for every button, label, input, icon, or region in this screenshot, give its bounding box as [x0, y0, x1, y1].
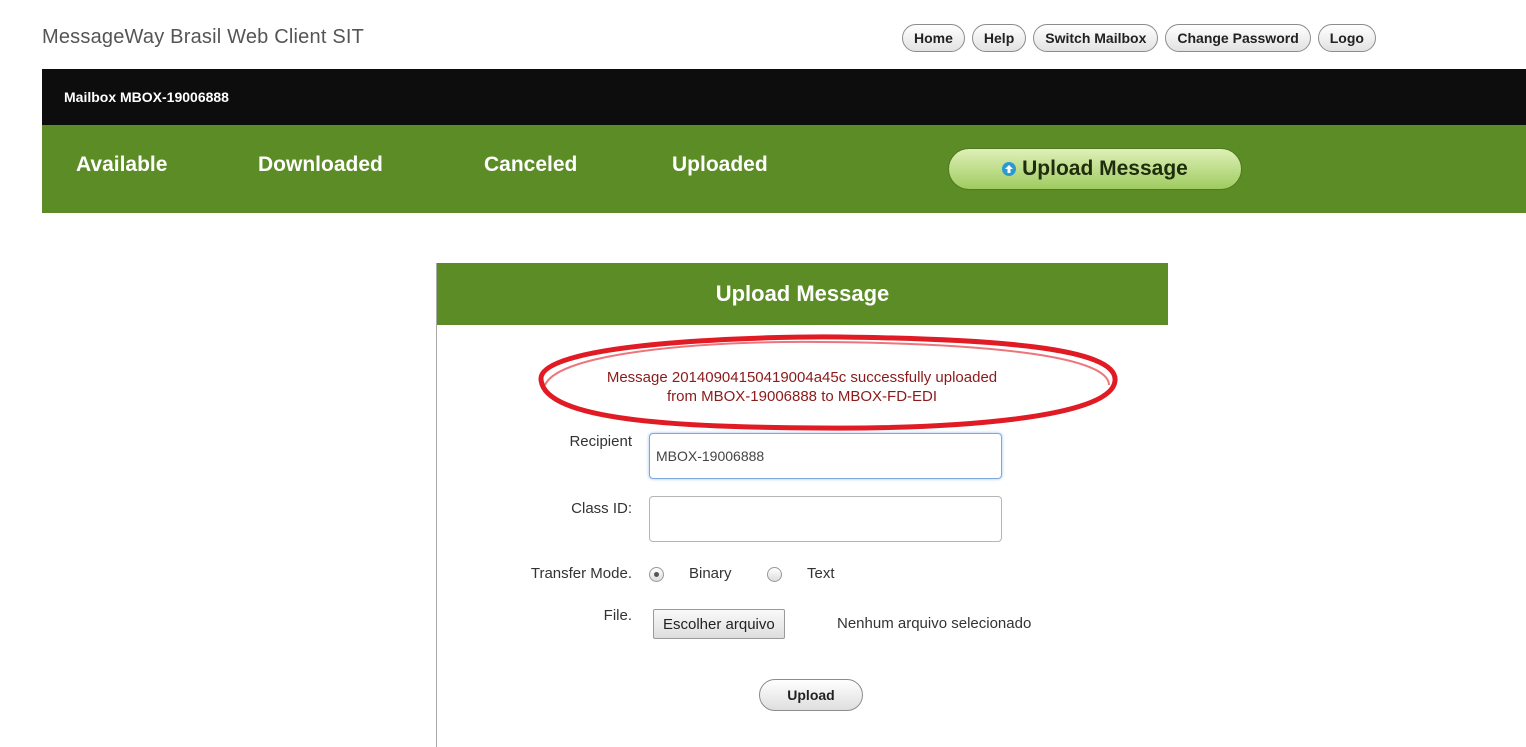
mailbox-label: Mailbox MBOX-19006888	[64, 89, 229, 105]
change-password-button[interactable]: Change Password	[1165, 24, 1311, 52]
upload-button[interactable]: Upload	[759, 679, 863, 711]
binary-radio-label: Binary	[689, 565, 732, 582]
top-navigation: Home Help Switch Mailbox Change Password…	[902, 24, 1376, 52]
tab-canceled[interactable]: Canceled	[484, 153, 577, 177]
tab-downloaded[interactable]: Downloaded	[258, 153, 383, 177]
text-radio-label: Text	[807, 565, 835, 582]
logout-button[interactable]: Logo	[1317, 24, 1376, 52]
recipient-label: Recipient	[569, 433, 632, 450]
text-radio[interactable]	[767, 567, 782, 582]
upload-message-nav-button[interactable]: Upload Message	[948, 148, 1242, 190]
help-button[interactable]: Help	[971, 24, 1027, 52]
binary-radio[interactable]	[649, 567, 664, 582]
home-button[interactable]: Home	[902, 24, 965, 52]
mailbox-bar: Mailbox MBOX-19006888	[42, 69, 1526, 125]
recipient-input[interactable]	[649, 433, 1002, 479]
tab-available[interactable]: Available	[76, 153, 167, 177]
switch-mailbox-button[interactable]: Switch Mailbox	[1033, 24, 1159, 52]
upload-message-nav-label: Upload Message	[1022, 157, 1188, 180]
class-id-label: Class ID:	[571, 500, 632, 517]
app-title: MessageWay Brasil Web Client SIT	[42, 26, 365, 48]
success-message-line-1: Message 20140904150419004a45c successful…	[606, 369, 998, 386]
success-message-line-2: from MBOX-19006888 to MBOX-FD-EDI	[666, 388, 938, 405]
panel-title: Upload Message	[437, 263, 1168, 325]
main-navigation: Available Downloaded Canceled Uploaded U…	[42, 125, 1526, 213]
choose-file-button[interactable]: Escolher arquivo	[653, 609, 785, 639]
file-status: Nenhum arquivo selecionado	[837, 615, 1032, 632]
file-label: File.	[603, 607, 632, 624]
success-message: Message 20140904150419004a45c successful…	[437, 368, 1167, 406]
upload-message-panel: Upload Message Message 20140904150419004…	[436, 263, 1168, 747]
tab-uploaded[interactable]: Uploaded	[672, 153, 768, 177]
transfer-mode-label: Transfer Mode.	[530, 565, 632, 582]
upload-arrow-icon	[1002, 162, 1017, 176]
class-id-input[interactable]	[649, 496, 1002, 542]
